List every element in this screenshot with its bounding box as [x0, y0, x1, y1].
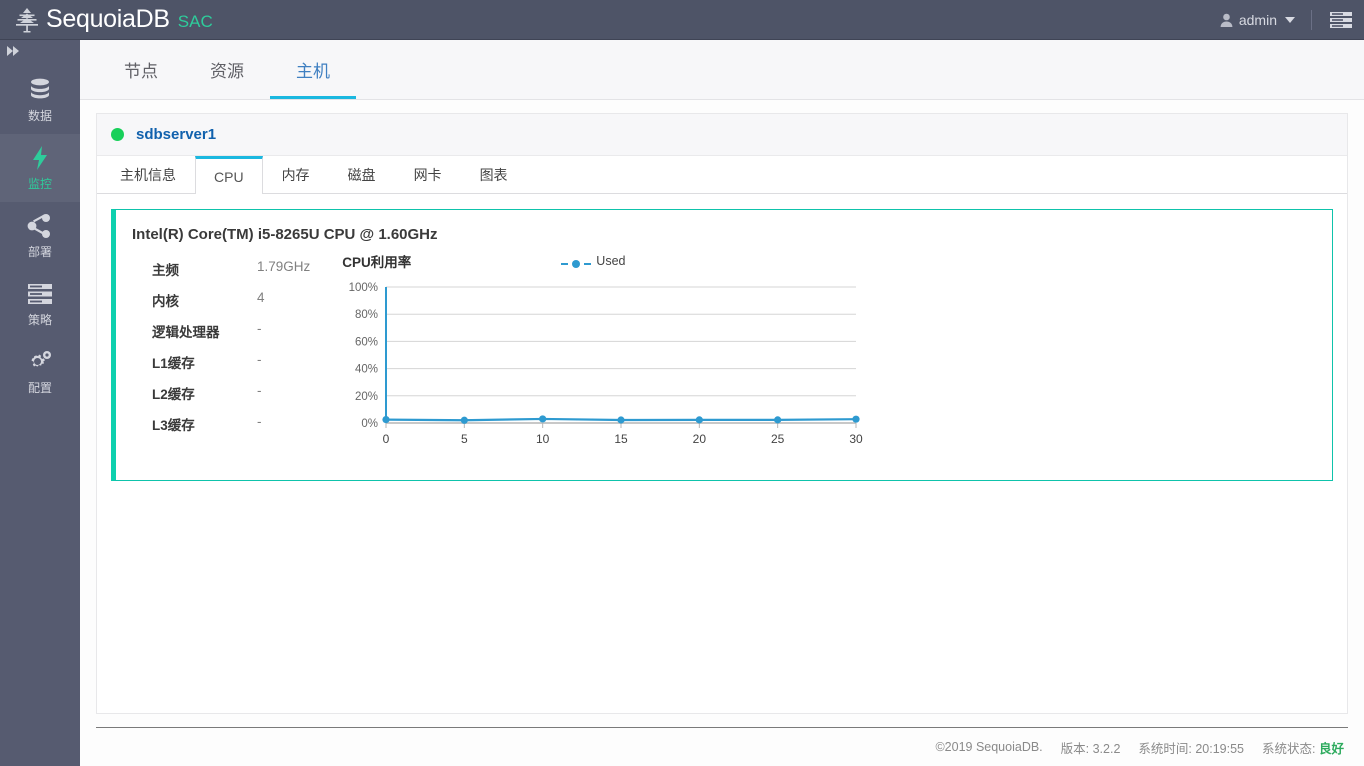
app-footer: ©2019 SequoiaDB. 版本: 3.2.2 系统时间: 20:19:5… — [80, 728, 1364, 766]
sidebar-item-label: 配置 — [27, 380, 52, 395]
database-icon — [28, 77, 52, 103]
tab-cpu[interactable]: CPU — [195, 156, 263, 194]
top-nav-item-host[interactable]: 主机 — [270, 57, 356, 99]
spec-label: L3缓存 — [152, 418, 195, 433]
cpu-spec-list: 主频 1.79GHz 内核 4 逻辑处理器 - L1缓存 - L2缓存 - L3… — [116, 243, 310, 471]
spec-label: L2缓存 — [152, 387, 195, 402]
spec-value: - — [257, 383, 262, 398]
svg-text:10: 10 — [536, 432, 550, 446]
svg-text:0%: 0% — [362, 418, 379, 430]
svg-text:60%: 60% — [355, 336, 378, 348]
spec-value: 1.79GHz — [257, 259, 311, 274]
cpu-card: Intel(R) Core(TM) i5-8265U CPU @ 1.60GHz… — [111, 209, 1333, 481]
sidebar-item-monitor[interactable]: 监控 — [0, 134, 80, 202]
footer-system-status-label: 系统状态: — [1262, 741, 1316, 756]
chart-header: CPU利用率 Used — [330, 251, 890, 271]
header-divider — [1311, 9, 1312, 30]
legend-label: Used — [596, 254, 626, 268]
sidebar-collapse-toggle[interactable] — [0, 40, 80, 66]
detail-tabs: 主机信息 CPU 内存 磁盘 网卡 图表 — [97, 156, 1347, 194]
user-icon — [1220, 13, 1233, 27]
tab-network[interactable]: 网卡 — [395, 156, 461, 193]
footer-version: 版本: 3.2.2 — [1060, 741, 1121, 756]
spec-row: 主频 1.79GHz — [152, 259, 310, 279]
server-header: sdbserver1 — [97, 114, 1347, 156]
sidebar-item-deploy[interactable]: 部署 — [0, 202, 80, 270]
spec-label: 主频 — [152, 263, 179, 278]
footer-system-status: 系统状态: 良好 — [1262, 738, 1344, 757]
user-menu[interactable]: admin — [1210, 12, 1305, 28]
sidebar-item-label: 部署 — [27, 244, 52, 259]
cpu-card-body: 主频 1.79GHz 内核 4 逻辑处理器 - L1缓存 - L2缓存 - L3… — [116, 243, 1332, 471]
tree-logo-icon — [12, 5, 42, 35]
tab-charts[interactable]: 图表 — [461, 156, 527, 193]
chart-title: CPU利用率 — [342, 255, 412, 270]
spec-value: - — [257, 414, 262, 429]
svg-text:25: 25 — [771, 432, 785, 446]
svg-text:30: 30 — [850, 432, 864, 446]
brand-name: SequoiaDB — [46, 4, 170, 33]
sidebar-item-label: 策略 — [27, 312, 52, 327]
status-dot-green — [111, 128, 124, 141]
spec-label: 内核 — [152, 294, 179, 309]
spec-row: L2缓存 - — [152, 383, 310, 403]
svg-text:40%: 40% — [355, 364, 378, 376]
spec-row: 内核 4 — [152, 290, 310, 310]
sidebar-item-data[interactable]: 数据 — [0, 66, 80, 134]
spec-value: 4 — [257, 290, 265, 305]
tab-host-info[interactable]: 主机信息 — [101, 156, 195, 193]
cpu-usage-chart: CPU利用率 Used 0% 20% 40% 60% 80% 100% 0 5 … — [330, 251, 890, 471]
list-bars-icon — [27, 281, 53, 307]
content-panel: sdbserver1 主机信息 CPU 内存 磁盘 网卡 图表 Intel(R)… — [96, 113, 1348, 714]
svg-text:0: 0 — [383, 432, 390, 446]
user-name-label: admin — [1238, 11, 1277, 28]
list-menu-icon[interactable] — [1318, 0, 1364, 40]
tab-disk[interactable]: 磁盘 — [329, 156, 395, 193]
svg-text:20: 20 — [693, 432, 707, 446]
top-nav-item-node[interactable]: 节点 — [98, 57, 184, 99]
brand: SequoiaDB SAC — [0, 5, 213, 35]
header-right-tools: admin — [1210, 0, 1364, 40]
chart-legend[interactable]: Used — [561, 254, 625, 268]
legend-marker-icon — [561, 256, 592, 268]
server-name: sdbserver1 — [136, 126, 217, 143]
spec-value: - — [257, 352, 262, 367]
main-area: 节点 资源 主机 sdbserver1 主机信息 CPU 内存 磁盘 网卡 图表… — [80, 40, 1364, 766]
svg-text:80%: 80% — [355, 309, 378, 321]
chevron-down-icon — [1285, 16, 1295, 23]
chart-canvas: 0% 20% 40% 60% 80% 100% 0 5 10 15 20 25 30 — [349, 282, 864, 446]
spec-value: - — [257, 321, 262, 336]
spec-label: 逻辑处理器 — [152, 325, 220, 340]
footer-copyright: ©2019 SequoiaDB. — [935, 740, 1043, 754]
footer-system-time: 系统时间: 20:19:55 — [1138, 741, 1245, 756]
cpu-model-title: Intel(R) Core(TM) i5-8265U CPU @ 1.60GHz — [132, 226, 438, 243]
tab-memory[interactable]: 内存 — [263, 156, 329, 193]
sidebar-item-policy[interactable]: 策略 — [0, 270, 80, 338]
double-chevron-right-icon — [6, 44, 22, 63]
spec-label: L1缓存 — [152, 356, 195, 371]
svg-text:100%: 100% — [349, 282, 378, 294]
spec-row: 逻辑处理器 - — [152, 321, 310, 341]
app-header: SequoiaDB SAC admin — [0, 0, 1364, 40]
svg-text:20%: 20% — [355, 391, 378, 403]
spec-row: L3缓存 - — [152, 414, 310, 434]
svg-text:15: 15 — [615, 432, 629, 446]
share-nodes-icon — [27, 213, 53, 239]
gears-icon — [26, 349, 54, 375]
sidebar: 数据 监控 部署 策略 配置 — [0, 40, 80, 766]
spec-row: L1缓存 - — [152, 352, 310, 372]
sidebar-item-label: 监控 — [27, 176, 52, 191]
sidebar-item-config[interactable]: 配置 — [0, 338, 80, 406]
top-nav-item-resource[interactable]: 资源 — [184, 57, 270, 99]
top-nav: 节点 资源 主机 — [80, 40, 1364, 100]
brand-suffix: SAC — [177, 11, 213, 31]
sidebar-item-label: 数据 — [27, 108, 52, 123]
lightning-bolt-icon — [30, 145, 50, 171]
svg-text:5: 5 — [461, 432, 468, 446]
footer-system-status-value: 良好 — [1318, 741, 1344, 756]
